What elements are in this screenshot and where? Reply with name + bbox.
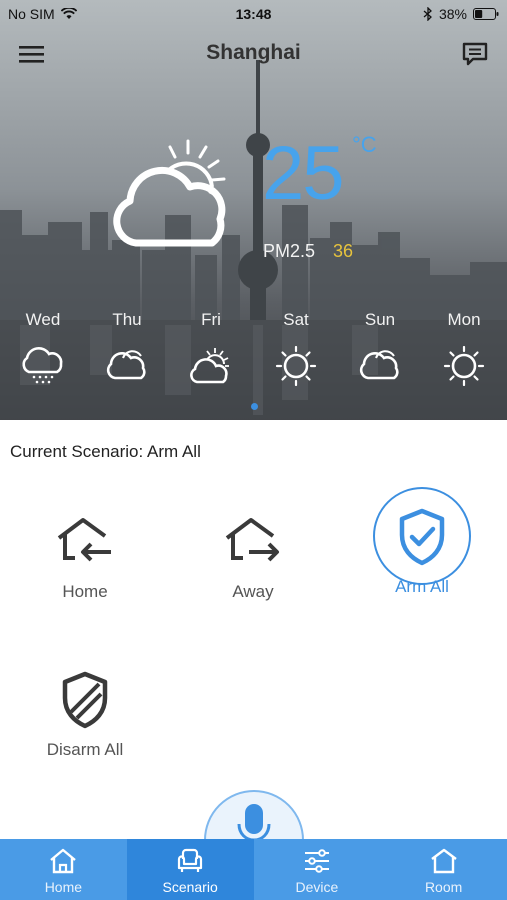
sliders-icon [304,849,329,873]
scenario-label: Disarm All [46,740,124,759]
top-bar: Shanghai [0,36,507,72]
shield-check-icon [399,508,445,566]
current-scenario-label: Current Scenario: Arm All [10,442,201,461]
tab-label: Device [295,879,339,895]
scenario-arm-all-button[interactable]: Arm All [362,505,482,597]
tab-label: Room [424,879,463,895]
scenario-label: Home [62,582,108,601]
page-indicator-dot[interactable] [251,403,258,410]
cloud-rain-icon [22,347,63,384]
pm25-value: 36 [333,241,354,261]
forecast-day: Sun [364,310,396,329]
armchair-icon [178,848,203,872]
bluetooth-icon [423,7,432,21]
tab-label: Scenario [162,879,218,895]
cloud-icon [359,350,399,380]
app-screen: No SIM 13:48 38% Shanghai 25 °C PM2.5 36… [0,0,507,900]
battery-percent: 38% [438,6,467,22]
shield-off-icon [62,671,108,729]
scenario-away-button[interactable]: Away [193,510,313,602]
temperature-value: 25 [262,131,345,216]
weather-hero: No SIM 13:48 38% Shanghai 25 °C PM2.5 36… [0,0,507,420]
home-leave-icon [225,518,279,562]
tab-label: Home [44,879,83,895]
home-arrive-icon [57,518,111,562]
cloud-sun-icon [190,348,229,384]
tab-device[interactable]: Device [254,839,381,900]
forecast-day: Wed [25,310,61,329]
status-bar: No SIM 13:48 38% [0,0,507,28]
city-title: Shanghai [206,41,301,64]
temperature-unit: °C [352,132,377,157]
bottom-tab-bar: Home Scenario Device Room [0,839,507,900]
sun-icon [275,346,317,386]
scenario-disarm-all-button[interactable]: Disarm All [25,668,145,760]
forecast-day: Mon [447,310,481,329]
tab-room[interactable]: Room [380,839,507,900]
scenario-home-button[interactable]: Home [25,510,145,602]
forecast-day: Thu [112,310,142,329]
sun-icon [443,346,485,386]
house-icon [50,848,77,874]
message-icon[interactable] [461,40,489,68]
room-icon [430,848,457,874]
forecast-day: Fri [201,310,221,329]
cloud-icon [106,350,146,380]
scenario-label: Away [232,582,274,601]
status-right: 38% [423,6,499,22]
forecast-row: Wed Thu Fri Sat Sun Mon [0,310,507,390]
cloud-sun-icon [113,139,226,247]
pm25-label: PM2.5 [263,241,316,261]
scenario-label: Arm All [395,577,449,596]
tab-scenario[interactable]: Scenario [126,839,254,900]
forecast-day: Sat [283,310,309,329]
battery-icon [473,8,499,20]
tab-home[interactable]: Home [0,839,127,900]
